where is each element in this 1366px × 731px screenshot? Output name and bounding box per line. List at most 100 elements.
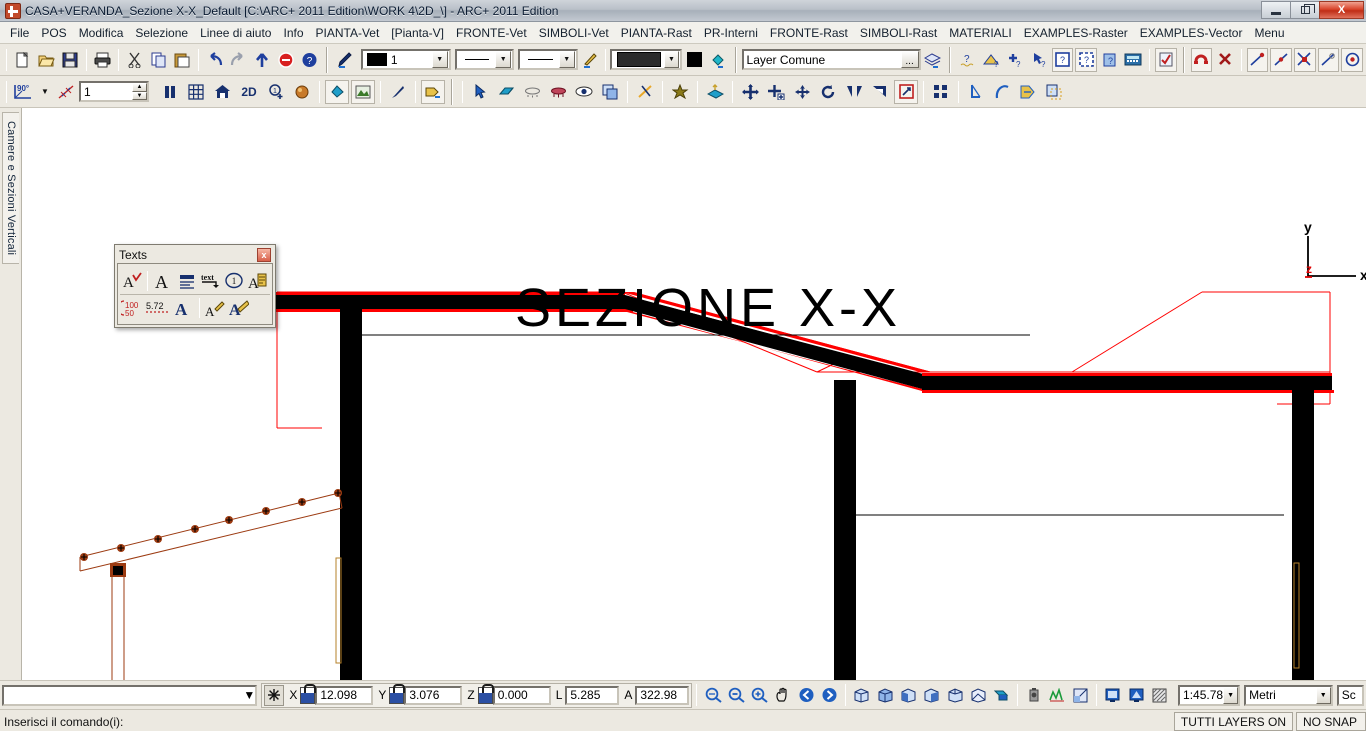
object-info-icon[interactable]: ? (1099, 48, 1121, 72)
scale-icon[interactable] (790, 80, 814, 104)
extrude-icon[interactable] (703, 80, 727, 104)
grid-icon[interactable] (184, 80, 208, 104)
view-right-icon[interactable] (921, 683, 942, 707)
hide-icon[interactable] (520, 80, 544, 104)
drawing-scale-combo[interactable]: 1:45.78 ▼ (1178, 684, 1241, 706)
paint-fill-icon[interactable] (325, 79, 349, 104)
array-icon[interactable] (929, 80, 953, 104)
monitor-icon[interactable] (1102, 683, 1123, 707)
render-icon[interactable] (290, 80, 314, 104)
calculator-icon[interactable] (1122, 48, 1144, 72)
shade-icon[interactable] (1125, 683, 1146, 707)
stop-icon[interactable] (275, 48, 297, 72)
snap-magnet-icon[interactable] (1190, 47, 1213, 72)
up-level-icon[interactable] (251, 48, 273, 72)
menu-item-examples-vector[interactable]: EXAMPLES-Vector (1134, 23, 1249, 43)
chevron-down-icon[interactable]: ▼ (495, 51, 512, 68)
menu-item-examples-raster[interactable]: EXAMPLES-Raster (1018, 23, 1134, 43)
menu-item-fronte-rast[interactable]: FRONTE-Rast (764, 23, 854, 43)
mirror-icon[interactable] (842, 80, 866, 104)
text-font-icon[interactable]: A (151, 269, 175, 293)
element-info-icon[interactable]: ? (1051, 47, 1074, 72)
layer-name-field[interactable]: Layer Comune ... (741, 49, 921, 70)
lock-icon[interactable] (300, 683, 317, 704)
text-label-icon[interactable]: A (246, 269, 270, 293)
minimize-button[interactable] (1261, 1, 1290, 19)
home-view-icon[interactable] (210, 80, 234, 104)
scale-extra-field[interactable]: Sc (1336, 684, 1364, 706)
two-d-icon[interactable]: 2D (236, 80, 262, 104)
menu-item-materiali[interactable]: MATERIALI (943, 23, 1017, 43)
texts-palette[interactable]: Texts x A A text 1 A 100 50 5.72 A A A (114, 244, 276, 328)
attribute-picker-icon[interactable] (579, 48, 601, 72)
coord-z-field[interactable]: 0.000 (492, 685, 551, 705)
area-query-icon[interactable]: ? (981, 48, 1003, 72)
menu-item-linee-di-aiuto[interactable]: Linee di aiuto (194, 23, 277, 43)
close-button[interactable]: X (1319, 1, 1364, 19)
view-axono-icon[interactable] (944, 683, 965, 707)
stretch-icon[interactable] (894, 79, 918, 104)
copy-icon[interactable] (148, 48, 170, 72)
menu-item-menu[interactable]: Menu (1248, 23, 1290, 43)
select-arrow-icon[interactable] (468, 80, 492, 104)
menu-item-file[interactable]: File (4, 23, 35, 43)
angle-dropdown-icon[interactable]: ▼ (38, 80, 52, 104)
snap-intersection-icon[interactable] (1294, 47, 1316, 72)
move-icon[interactable] (738, 80, 762, 104)
measure-query-icon[interactable]: ? (957, 48, 979, 72)
text-leader-icon[interactable]: text (198, 269, 222, 293)
view-render-icon[interactable] (991, 683, 1012, 707)
hatch-icon[interactable] (1149, 683, 1170, 707)
zoom-in-icon[interactable] (749, 683, 770, 707)
section-icon[interactable] (1070, 683, 1091, 707)
brush-icon[interactable] (386, 80, 410, 104)
view-perspective-icon[interactable] (968, 683, 989, 707)
dimension-text-icon[interactable]: 100 50 (120, 296, 144, 320)
angle-field[interactable]: 322.98 (635, 685, 690, 705)
eye-icon[interactable] (572, 80, 596, 104)
spinner-up-icon[interactable]: ▲ (132, 83, 147, 92)
menu-item-simboli-vet[interactable]: SIMBOLI-Vet (533, 23, 615, 43)
drawing-canvas[interactable]: SEZIONE X-X y x z Texts x A A text 1 A 1… (22, 108, 1366, 680)
angle-mode-icon[interactable]: 90° (12, 80, 36, 104)
chevron-down-icon[interactable]: ▼ (1223, 686, 1239, 704)
spinner-buttons[interactable]: ▲ ▼ (132, 83, 147, 100)
command-history-combo[interactable]: ▼ (2, 684, 258, 706)
snap-center-icon[interactable] (1341, 47, 1363, 72)
menu-item-info[interactable]: Info (277, 23, 309, 43)
zoom-out-icon[interactable] (726, 683, 747, 707)
add-info-icon[interactable]: 1 (264, 80, 288, 104)
chevron-down-icon[interactable]: ▼ (663, 51, 680, 68)
close-icon[interactable]: x (257, 248, 271, 262)
paragraph-align-icon[interactable] (175, 269, 199, 293)
snap-midpoint-icon[interactable] (1270, 47, 1293, 72)
visibility-icon[interactable] (546, 80, 570, 104)
snap-perpendicular-icon[interactable] (1317, 47, 1340, 72)
menu-item-modifica[interactable]: Modifica (73, 23, 130, 43)
graph-icon[interactable] (1047, 683, 1068, 707)
fill-pattern-combo[interactable]: ▼ (610, 49, 683, 70)
redo-icon[interactable] (228, 48, 250, 72)
spellcheck-icon[interactable]: A (120, 269, 144, 293)
coord-x-field[interactable]: 12.098 (315, 685, 374, 705)
menu-item-pos[interactable]: POS (35, 23, 72, 43)
save-disk-icon[interactable] (59, 48, 81, 72)
zone-info-icon[interactable]: ? (1075, 47, 1097, 72)
line-icon[interactable] (964, 80, 988, 104)
decimal-text-icon[interactable]: 5.72 (144, 296, 172, 320)
snap-endpoint-icon[interactable] (1246, 47, 1269, 72)
camera-icon[interactable] (1023, 683, 1044, 707)
circled-number-icon[interactable]: 1 (222, 269, 246, 293)
level-spinner[interactable]: 1 ▲ ▼ (79, 81, 149, 102)
pen-pick-icon[interactable] (334, 48, 356, 72)
pause-icon[interactable] (158, 80, 182, 104)
paste-icon[interactable] (172, 48, 194, 72)
menu-item-fronte-vet[interactable]: FRONTE-Vet (450, 23, 533, 43)
block-icon[interactable] (1042, 80, 1066, 104)
length-field[interactable]: 5.285 (565, 685, 620, 705)
copy-move-icon[interactable] (764, 80, 788, 104)
zoom-next-icon[interactable] (819, 683, 840, 707)
layer-browse-button[interactable]: ... (900, 51, 919, 68)
cut-scissors-icon[interactable] (124, 48, 146, 72)
eraser-icon[interactable] (494, 80, 518, 104)
